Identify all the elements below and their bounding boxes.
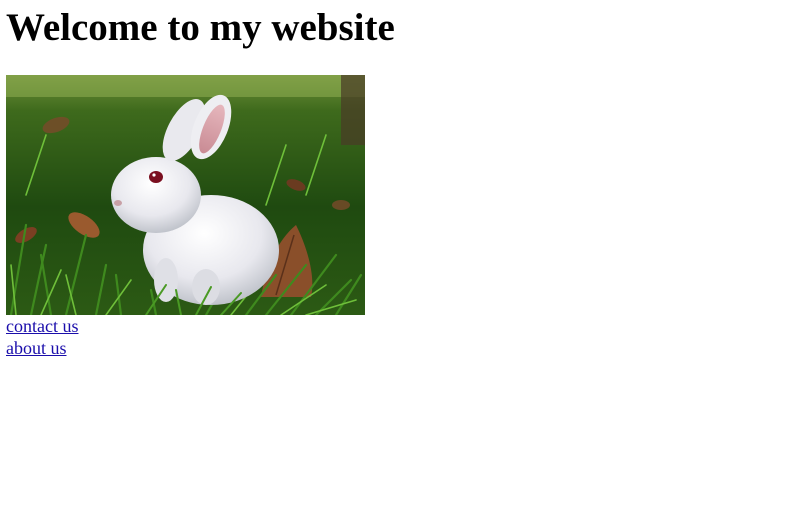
about-us-link[interactable]: about us xyxy=(6,337,78,359)
rabbit-photo xyxy=(6,75,365,315)
contact-us-link[interactable]: contact us xyxy=(6,315,78,337)
footer-links: contact us about us xyxy=(6,315,78,359)
page-title: Welcome to my website xyxy=(6,6,395,49)
